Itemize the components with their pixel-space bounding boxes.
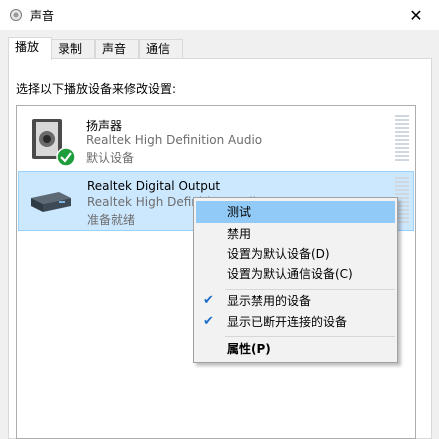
menu-item-disable[interactable]: 禁用 bbox=[196, 223, 395, 245]
checkmark-icon: ✔ bbox=[203, 314, 214, 329]
menu-item-show-disconnected[interactable]: ✔ 显示已断开连接的设备 bbox=[196, 311, 395, 333]
menu-item-show-disabled[interactable]: ✔ 显示禁用的设备 bbox=[196, 290, 395, 312]
device-row-speakers[interactable]: 扬声器 Realtek High Definition Audio 默认设备 bbox=[18, 109, 414, 169]
menu-item-set-default[interactable]: 设置为默认设备(D) bbox=[196, 243, 395, 265]
device-driver: Realtek High Definition Audio bbox=[86, 133, 263, 147]
instruction-text: 选择以下播放设备来修改设置: bbox=[16, 82, 177, 96]
menu-separator bbox=[225, 336, 395, 337]
window-title: 声音 bbox=[30, 9, 55, 23]
volume-meter bbox=[395, 115, 409, 163]
device-status: 准备就绪 bbox=[87, 213, 136, 227]
menu-item-properties[interactable]: 属性(P) bbox=[196, 338, 395, 360]
device-name: Realtek Digital Output bbox=[87, 179, 221, 193]
device-name: 扬声器 bbox=[86, 119, 123, 133]
tab-playback[interactable]: 播放 bbox=[8, 37, 52, 60]
close-button[interactable]: ✕ bbox=[393, 0, 439, 30]
menu-item-test[interactable]: 测试 bbox=[196, 201, 395, 223]
tab-communications[interactable]: 通信 bbox=[139, 39, 183, 59]
title-bar: 声音 ✕ bbox=[0, 0, 439, 30]
menu-item-set-default-communication[interactable]: 设置为默认通信设备(C) bbox=[196, 263, 395, 285]
sound-app-icon bbox=[10, 9, 22, 21]
context-menu: 测试 禁用 设置为默认设备(D) 设置为默认通信设备(C) ✔ 显示禁用的设备 … bbox=[193, 197, 398, 363]
digital-output-icon bbox=[31, 192, 71, 212]
checkmark-icon: ✔ bbox=[203, 293, 214, 308]
close-icon: ✕ bbox=[409, 5, 423, 25]
tab-sounds[interactable]: 声音 bbox=[95, 39, 139, 59]
tab-recording[interactable]: 录制 bbox=[51, 39, 95, 59]
device-status: 默认设备 bbox=[86, 151, 135, 165]
default-check-icon bbox=[56, 147, 76, 167]
